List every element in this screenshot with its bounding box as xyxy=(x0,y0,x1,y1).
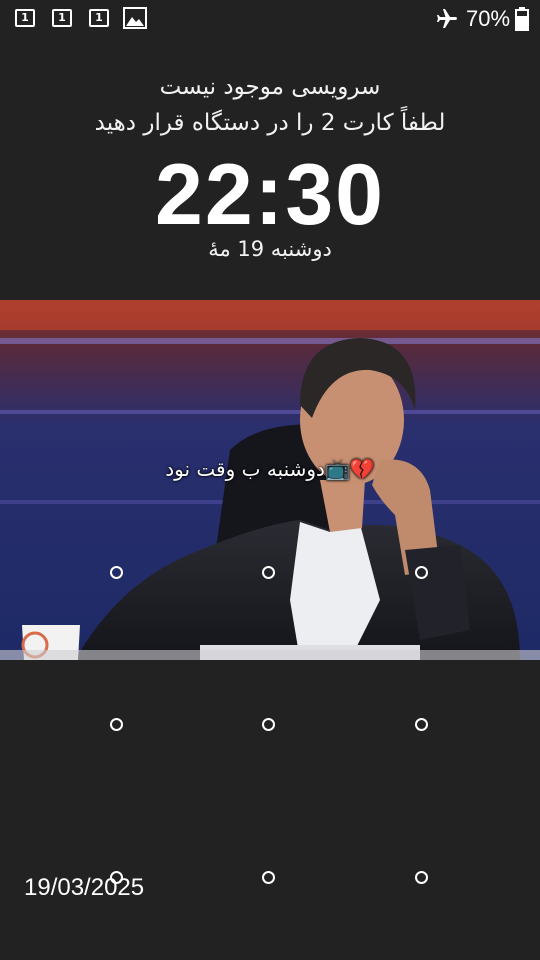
pattern-dot[interactable] xyxy=(262,566,275,579)
tv-broken-heart-icon: 📺💔 xyxy=(324,457,375,481)
owner-info-caption: دوشنبه ب وقت نود📺💔 xyxy=(0,457,540,481)
pattern-dot[interactable] xyxy=(262,871,275,884)
pattern-dot[interactable] xyxy=(415,871,428,884)
pattern-dot[interactable] xyxy=(415,718,428,731)
lock-date: دوشنبه 19 مهٔ xyxy=(208,237,332,261)
pattern-dot[interactable] xyxy=(110,718,123,731)
sim-1-icon: 1 xyxy=(89,9,109,27)
airplane-mode-icon xyxy=(437,9,457,28)
sim-instruction-text: لطفاً کارت 2 را در دستگاه قرار دهید xyxy=(94,110,446,136)
caption-text: دوشنبه ب وقت نود xyxy=(165,457,325,481)
battery-percentage: 70% xyxy=(466,6,511,31)
bottom-date-text: 19/03/2025 xyxy=(24,874,145,901)
status-bar: 1 1 1 70% xyxy=(0,0,540,40)
pattern-dot[interactable] xyxy=(415,566,428,579)
battery-icon xyxy=(515,7,529,31)
sim-1-icon: 1 xyxy=(52,9,72,27)
pattern-dot[interactable] xyxy=(110,566,123,579)
sim-1-icon: 1 xyxy=(15,9,35,27)
pattern-dot[interactable] xyxy=(262,718,275,731)
image-icon xyxy=(123,7,147,29)
carrier-status-text: سرویسی موجود نیست xyxy=(159,74,381,100)
lock-clock: 22:30 xyxy=(155,147,385,243)
